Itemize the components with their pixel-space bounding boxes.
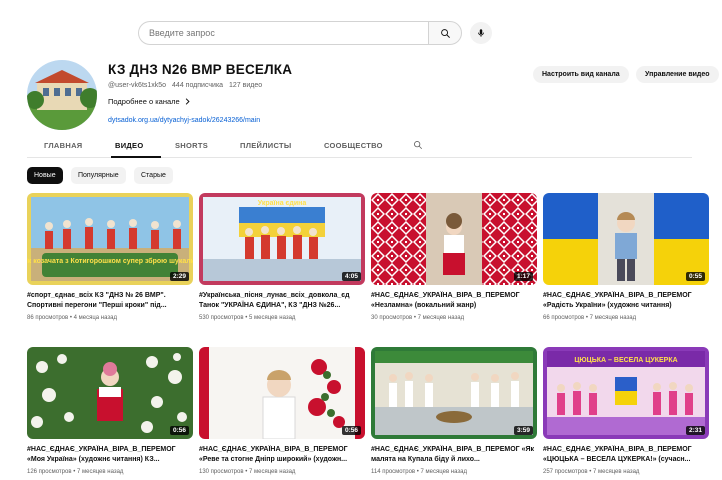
tab-home[interactable]: ГЛАВНАЯ (44, 141, 82, 150)
video-duration: 0:56 (341, 426, 361, 435)
video-title[interactable]: #НАС_ЄДНАЄ_УКРАЇНА_ВІРА_В_ПЕРЕМОГ «Реве … (199, 445, 363, 465)
video-title[interactable]: #НАС_ЄДНАЄ_УКРАЇНА_ВІРА_В_ПЕРЕМОГ «Радіс… (543, 291, 707, 311)
subscriber-count: 444 подписчика (172, 82, 224, 89)
thumbnail-caption: ЦЮЦЬКА – ВЕСЕЛА ЦУКЕРКА (574, 357, 677, 364)
search-input[interactable] (149, 28, 428, 38)
video-thumbnail[interactable]: 0:56 (27, 347, 193, 439)
chip-popular[interactable]: Популярные (71, 167, 126, 184)
video-duration: 4:05 (341, 272, 361, 281)
chip-oldest[interactable]: Старые (134, 167, 173, 184)
video-card[interactable]: 0:56 #НАС_ЄДНАЄ_УКРАЇНА_ВІРА_В_ПЕРЕМОГ «… (27, 347, 193, 475)
video-meta: 126 просмотров • 7 месяцев назад (27, 469, 124, 475)
video-card[interactable]: 0:55 #НАС_ЄДНАЄ_УКРАЇНА_ВІРА_В_ПЕРЕМОГ «… (543, 193, 709, 321)
video-meta: 114 просмотров • 7 месяцев назад (371, 469, 467, 475)
video-thumbnail[interactable]: Україна єдина 4:05 (199, 193, 365, 285)
tab-shorts[interactable]: SHORTS (175, 141, 208, 150)
video-duration: 2:29 (169, 272, 189, 281)
video-meta: 86 просмотров • 4 месяца назад (27, 315, 117, 321)
channel-website-link[interactable]: dytsadok.org.ua/dytyachyj-sadok/26243266… (108, 117, 260, 124)
channel-tabs: ГЛАВНАЯ ВИДЕО SHORTS ПЛЕЙЛИСТЫ СООБЩЕСТВ… (27, 136, 692, 158)
chevron-right-icon (185, 98, 190, 105)
channel-handle: @user-vk6ts1xk5o (108, 82, 167, 89)
microphone-icon (478, 29, 484, 37)
about-label: Подробнее о канале (108, 97, 180, 106)
video-card[interactable]: ЦЮЦЬКА – ВЕСЕЛА ЦУКЕРКА 2:31 #НАС_ЄДНАЄ_… (543, 347, 709, 475)
channel-name: КЗ ДНЗ N26 ВМР ВЕСЕЛКА (108, 62, 293, 77)
search-icon[interactable] (413, 140, 423, 150)
video-card[interactable]: 3:59 #НАС_ЄДНАЄ_УКРАЇНА_ВІРА_В_ПЕРЕМОГ «… (371, 347, 537, 475)
manage-videos-button[interactable]: Управление видео (636, 66, 719, 83)
thumbnail-caption: Як козачата з Котигорошком супер зброю ш… (27, 257, 193, 265)
video-meta: 130 просмотров • 7 месяцев назад (199, 469, 296, 475)
video-meta: 66 просмотров • 7 месяцев назад (543, 315, 637, 321)
video-title[interactable]: #НАС_ЄДНАЄ_УКРАЇНА_ВІРА_В_ПЕРЕМОГ «Незла… (371, 291, 535, 311)
video-thumbnail[interactable]: Як козачата з Котигорошком супер зброю ш… (27, 193, 193, 285)
video-duration: 3:59 (513, 426, 533, 435)
video-title[interactable]: #НАС_ЄДНАЄ_УКРАЇНА_ВІРА_В_ПЕРЕМОГ «Моя У… (27, 445, 191, 465)
video-count: 127 видео (229, 82, 263, 89)
video-title[interactable]: #НАС_ЄДНАЄ_УКРАЇНА_ВІРА_В_ПЕРЕМОГ «Як ма… (371, 445, 535, 465)
video-card[interactable]: 1:17 #НАС_ЄДНАЄ_УКРАЇНА_ВІРА_В_ПЕРЕМОГ «… (371, 193, 537, 321)
video-thumbnail[interactable]: 1:17 (371, 193, 537, 285)
video-meta: 530 просмотров • 5 месяцев назад (199, 315, 296, 321)
tab-videos[interactable]: ВИДЕО (115, 141, 144, 150)
video-thumbnail[interactable]: 0:56 (199, 347, 365, 439)
video-card[interactable]: Як козачата з Котигорошком супер зброю ш… (27, 193, 193, 321)
video-thumbnail[interactable]: ЦЮЦЬКА – ВЕСЕЛА ЦУКЕРКА 2:31 (543, 347, 709, 439)
channel-about-link[interactable]: Подробнее о канале (108, 97, 191, 106)
search-field[interactable] (138, 21, 428, 45)
video-duration: 0:55 (685, 272, 705, 281)
video-title[interactable]: #спорт_єднає_всіх КЗ "ДНЗ № 26 ВМР". Спо… (27, 291, 191, 311)
video-card[interactable]: 0:56 #НАС_ЄДНАЄ_УКРАЇНА_ВІРА_В_ПЕРЕМОГ «… (199, 347, 365, 475)
channel-meta: @user-vk6ts1xk5o 444 подписчика 127 виде… (108, 82, 266, 89)
tab-community[interactable]: СООБЩЕСТВО (324, 141, 383, 150)
video-thumbnail[interactable]: 3:59 (371, 347, 537, 439)
customize-channel-button[interactable]: Настроить вид канала (533, 66, 629, 83)
video-card[interactable]: Україна єдина 4:05 #Українська_пісня_лун… (199, 193, 365, 321)
video-meta: 257 просмотров • 7 месяцев назад (543, 469, 640, 475)
video-duration: 1:17 (513, 272, 533, 281)
video-duration: 0:56 (169, 426, 189, 435)
search-icon (440, 28, 450, 38)
thumbnail-caption: Україна єдина (258, 200, 307, 207)
search-button[interactable] (428, 21, 462, 45)
voice-search-button[interactable] (470, 22, 492, 44)
video-duration: 2:31 (685, 426, 705, 435)
video-title[interactable]: #Українська_пісня_лунає_всіх_довкола_єд … (199, 291, 363, 311)
tab-playlists[interactable]: ПЛЕЙЛИСТЫ (240, 141, 292, 150)
video-meta: 30 просмотров • 7 месяцев назад (371, 315, 465, 321)
channel-avatar[interactable] (27, 60, 97, 130)
active-tab-indicator (111, 156, 161, 158)
search-bar (138, 21, 492, 45)
video-title[interactable]: #НАС_ЄДНАЄ_УКРАЇНА_ВІРА_В_ПЕРЕМОГ «ЦЮЦЬК… (543, 445, 707, 465)
video-thumbnail[interactable]: 0:55 (543, 193, 709, 285)
chip-newest[interactable]: Новые (27, 167, 63, 184)
